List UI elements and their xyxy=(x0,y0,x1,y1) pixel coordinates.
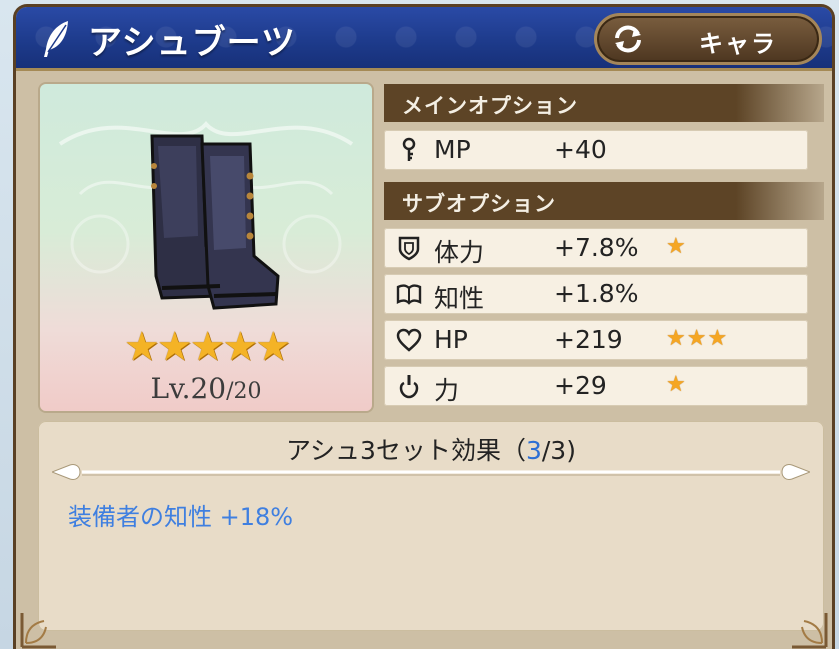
main-option-row: MP +40 xyxy=(384,130,808,170)
sub-option-value: +7.8% xyxy=(554,233,639,262)
item-detail-card: アシュブーツ キャラ ★★★★★ Lv.20/20 メインオプション MP +4… xyxy=(13,4,835,649)
sub-option-row: 体力 +7.8% ★ xyxy=(384,228,808,268)
upgrade-stars: ★★★ xyxy=(666,326,729,351)
sub-option-value: +29 xyxy=(554,371,607,400)
level-max: /20 xyxy=(226,379,262,404)
sub-option-value: +1.8% xyxy=(554,279,639,308)
item-portrait: ★★★★★ Lv.20/20 xyxy=(40,84,372,411)
set-bonus-effect: 装備者の知性 +18% xyxy=(68,503,294,531)
item-title: アシュブーツ xyxy=(88,23,296,63)
main-option-header: メインオプション xyxy=(384,84,824,122)
sub-option-name: HP xyxy=(434,325,468,354)
power-icon xyxy=(399,375,419,399)
sub-option-name: 体力 xyxy=(434,238,485,267)
item-level: Lv.20/20 xyxy=(40,372,372,405)
sub-option-row: 力 +29 ★ xyxy=(384,366,808,406)
sub-option-value: +219 xyxy=(554,325,623,354)
feather-icon xyxy=(44,21,68,57)
sub-option-row: HP +219 ★★★ xyxy=(384,320,808,360)
upgrade-stars: ★ xyxy=(666,234,687,259)
sub-option-name: 力 xyxy=(434,376,460,405)
book-icon xyxy=(396,284,422,305)
corner-ornament-right xyxy=(792,613,828,649)
boots-icon xyxy=(150,134,280,310)
level-current: Lv.20 xyxy=(150,372,227,405)
card-body: アシュブーツ キャラ ★★★★★ Lv.20/20 メインオプション MP +4… xyxy=(16,7,832,649)
main-option-name: MP xyxy=(434,135,471,164)
heart-icon xyxy=(396,328,422,352)
rarity-stars: ★★★★★ xyxy=(123,324,291,370)
sub-option-row: 知性 +1.8% xyxy=(384,274,808,314)
refresh-icon xyxy=(615,25,641,53)
item-header: アシュブーツ キャラ xyxy=(16,7,832,71)
set-bonus-panel: アシュ3セット効果（3/3) 装備者の知性 +18% xyxy=(38,421,824,631)
shield-icon xyxy=(398,236,420,261)
sub-option-name: 知性 xyxy=(434,284,485,313)
chara-button-label: キャラ xyxy=(699,30,777,58)
mp-key-icon xyxy=(402,137,416,161)
main-option-value: +40 xyxy=(554,135,607,164)
upgrade-stars: ★ xyxy=(666,372,687,397)
sub-option-header: サブオプション xyxy=(384,182,824,220)
corner-ornament-left xyxy=(20,613,56,649)
ornament-divider xyxy=(52,464,810,480)
chara-switch-button[interactable]: キャラ xyxy=(594,13,822,65)
